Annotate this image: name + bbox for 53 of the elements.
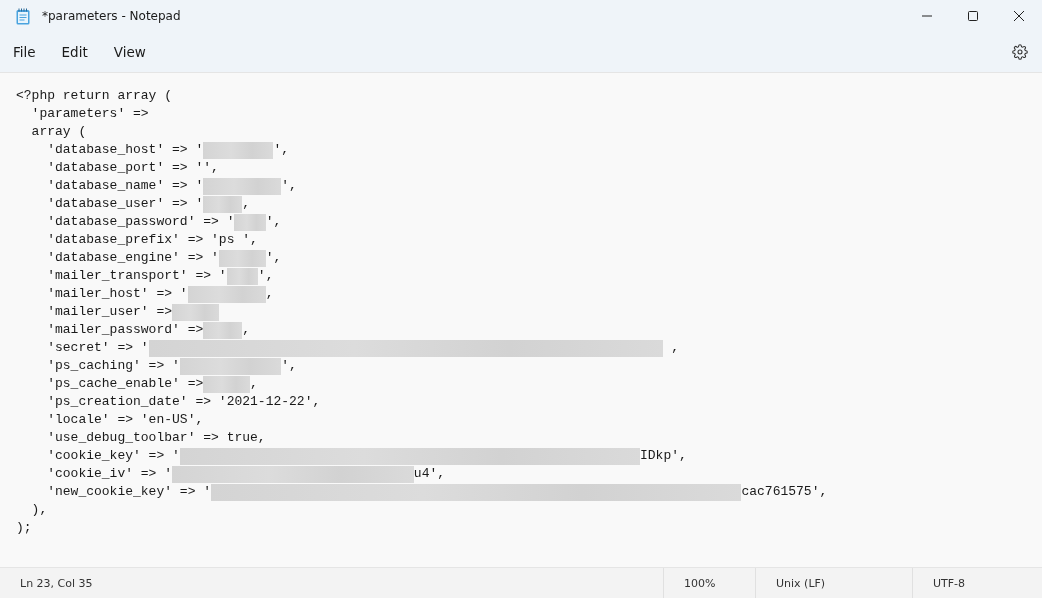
code-text: 'database_password' => ' [46, 213, 235, 231]
code-text: <?php return array ( [16, 87, 173, 105]
menu-item[interactable]: File [4, 38, 45, 66]
code-text: , [242, 195, 251, 213]
redaction-block [203, 141, 274, 159]
code-text: 'database_prefix' => 'ps ', [46, 231, 258, 249]
code-text: ', [281, 177, 297, 195]
zoom-level[interactable]: 100% [663, 568, 755, 598]
code-text: ', [265, 213, 282, 231]
menu-item[interactable]: Edit [52, 38, 97, 66]
code-text: , [265, 285, 274, 303]
code-text: ', [273, 141, 290, 159]
code-text: 'database_port' => '', [46, 159, 219, 177]
code-text: 'database_engine' => ' [46, 249, 219, 267]
code-text: 'cookie_key' => ' [46, 447, 180, 465]
code-text: 'secret' => ' [46, 339, 149, 357]
code-text: 'ps_cache_enable' => [46, 375, 204, 393]
code-text: ); [16, 519, 32, 537]
code-text: array ( [30, 123, 87, 141]
code-text: 'database_host' => ' [46, 141, 204, 159]
code-text: cac761575', [741, 483, 828, 501]
code-text: ), [30, 501, 48, 519]
code-text: ', [257, 267, 274, 285]
code-text: , [250, 375, 258, 393]
code-text: 'database_name' => ' [46, 177, 204, 195]
redaction-block [234, 213, 266, 231]
cursor-position: Ln 23, Col 35 [19, 575, 94, 592]
code-text: 'use_debug_toolbar' => true, [46, 429, 266, 447]
code-text: , [670, 339, 680, 357]
code-text: 'cookie_iv' => ' [46, 465, 173, 483]
maximize-icon [968, 11, 978, 21]
encoding[interactable]: UTF-8 [912, 568, 1042, 598]
code-text: 'new_cookie_key' => ' [46, 483, 212, 501]
code-text: 'mailer_user' => [46, 303, 173, 321]
code-text: ', [265, 249, 282, 267]
code-text: 'mailer_transport' => ' [46, 267, 227, 285]
code-text: 'ps_caching' => ' [46, 357, 180, 375]
code-text: 'parameters' => [30, 105, 149, 123]
code-text: 'mailer_host' => ' [46, 285, 188, 303]
close-icon [1014, 11, 1024, 21]
settings-icon [1012, 44, 1028, 60]
code-text: u4', [413, 465, 446, 483]
notepad-icon [16, 7, 30, 25]
code-text: 'database_user' => ' [46, 195, 204, 213]
window-title: *parameters - Notepad [42, 9, 182, 23]
line-endings[interactable]: Unix (LF) [755, 568, 912, 598]
code-text: IDkp', [640, 447, 687, 465]
menu-item[interactable]: View [104, 38, 155, 66]
code-text: , [242, 321, 251, 339]
code-text: 'mailer_password' => [46, 321, 204, 339]
code-text: 'locale' => 'en-US', [46, 411, 204, 429]
code-text: ', [281, 357, 297, 375]
code-text: 'ps_creation_date' => '2021-12-22', [46, 393, 321, 411]
